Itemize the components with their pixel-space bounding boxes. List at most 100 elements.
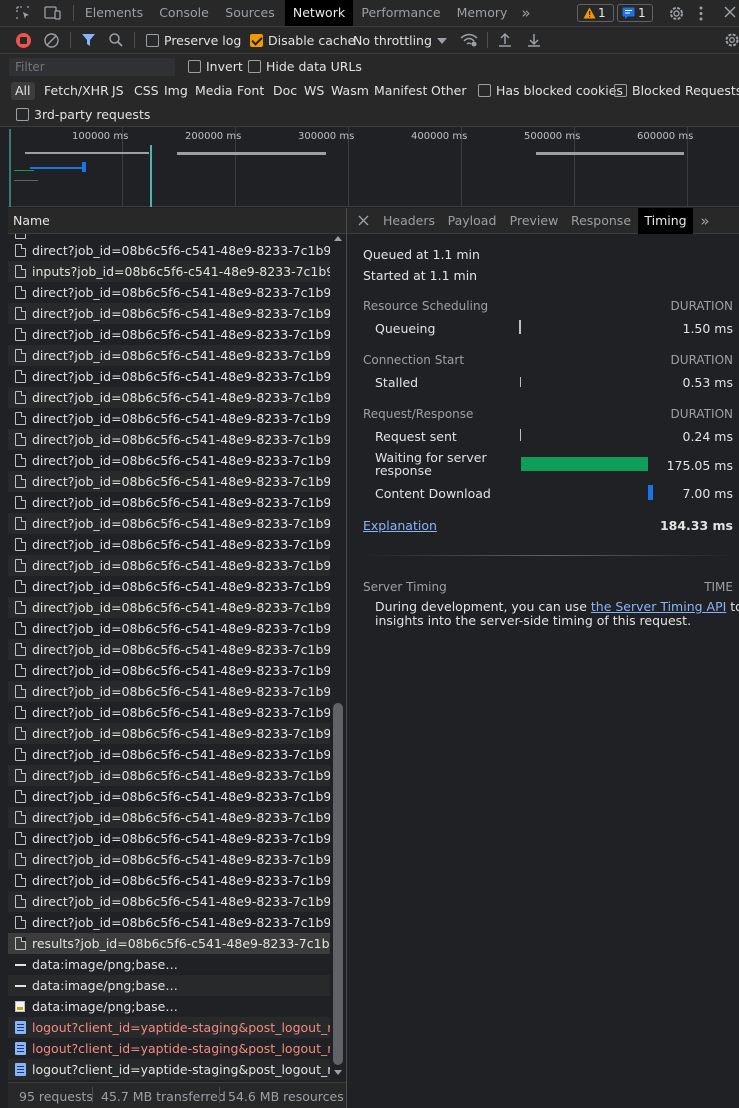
tab-sources[interactable]: Sources [221, 0, 279, 26]
type-filter-media[interactable]: Media [191, 82, 237, 100]
warnings-badge[interactable]: 1 [577, 4, 614, 22]
request-row[interactable]: direct?job_id=08b6c5f6-c541-48e9-8233-7c… [8, 555, 330, 576]
request-row[interactable]: direct?job_id=08b6c5f6-c541-48e9-8233-7c… [8, 324, 330, 345]
request-row[interactable]: logout?client_id=yaptide-staging&post_lo… [8, 1059, 330, 1080]
tab-timing[interactable]: Timing [638, 208, 693, 234]
chevron-down-icon[interactable] [437, 38, 447, 44]
request-row[interactable]: direct?job_id=08b6c5f6-c541-48e9-8233-7c… [8, 303, 330, 324]
request-row[interactable]: direct?job_id=08b6c5f6-c541-48e9-8233-7c… [8, 597, 330, 618]
request-row[interactable]: direct?job_id=08b6c5f6-c541-48e9-8233-7c… [8, 513, 330, 534]
tab-payload[interactable]: Payload [443, 208, 501, 234]
request-row[interactable]: direct?job_id=08b6c5f6-c541-48e9-8233-7c… [8, 912, 330, 933]
type-filter-fetch-xhr[interactable]: Fetch/XHR [40, 82, 113, 100]
messages-badge[interactable]: 1 [617, 4, 653, 22]
tab-memory[interactable]: Memory [452, 0, 512, 26]
request-row[interactable]: data:image/png;base… [8, 975, 330, 996]
request-row[interactable]: direct?job_id=08b6c5f6-c541-48e9-8233-7c… [8, 471, 330, 492]
type-filter-js[interactable]: JS [108, 82, 128, 100]
type-filter-img[interactable]: Img [160, 82, 192, 100]
request-row[interactable]: direct?job_id=08b6c5f6-c541-48e9-8233-7c… [8, 450, 330, 471]
scroll-down-arrow-icon[interactable] [334, 1070, 342, 1075]
more-options-icon[interactable] [697, 6, 705, 22]
has-blocked-cookies-checkbox[interactable] [478, 84, 491, 97]
third-party-requests-checkbox[interactable] [16, 108, 29, 121]
request-row[interactable]: direct?job_id=08b6c5f6-c541-48e9-8233-7c… [8, 849, 330, 870]
type-filter-manifest[interactable]: Manifest [370, 82, 431, 100]
request-row[interactable]: direct?job_id=08b6c5f6-c541-48e9-8233-7c… [8, 240, 330, 261]
request-row[interactable]: direct?job_id=08b6c5f6-c541-48e9-8233-7c… [8, 492, 330, 513]
request-row[interactable]: direct?job_id=08b6c5f6-c541-48e9-8233-7c… [8, 618, 330, 639]
panel-splitter[interactable] [346, 208, 347, 1108]
request-row[interactable]: direct?job_id=08b6c5f6-c541-48e9-8233-7c… [8, 639, 330, 660]
request-row[interactable]: direct?job_id=08b6c5f6-c541-48e9-8233-7c… [8, 534, 330, 555]
tab-performance[interactable]: Performance [358, 0, 444, 26]
request-row[interactable]: direct?job_id=08b6c5f6-c541-48e9-8233-7c… [8, 870, 330, 891]
export-har-download-icon[interactable] [527, 32, 541, 48]
type-filter-ws[interactable]: WS [300, 82, 328, 100]
request-row[interactable]: direct?job_id=08b6c5f6-c541-48e9-8233-7c… [8, 723, 330, 744]
close-detail-icon[interactable] [358, 215, 369, 226]
blocked-requests-checkbox[interactable] [614, 84, 627, 97]
tab-elements[interactable]: Elements [80, 0, 148, 26]
network-settings-gear-icon[interactable] [724, 32, 739, 48]
close-devtools-icon[interactable] [724, 6, 736, 18]
search-icon[interactable] [108, 32, 124, 48]
invert-checkbox[interactable] [188, 60, 201, 73]
request-row[interactable]: direct?job_id=08b6c5f6-c541-48e9-8233-7c… [8, 786, 330, 807]
request-row[interactable]: direct?job_id=08b6c5f6-c541-48e9-8233-7c… [8, 282, 330, 303]
more-detail-tabs-icon[interactable]: » [694, 208, 716, 234]
import-har-upload-icon[interactable] [498, 32, 512, 48]
request-row[interactable]: direct?job_id=08b6c5f6-c541-48e9-8233-7c… [8, 807, 330, 828]
settings-gear-icon[interactable] [668, 5, 685, 22]
device-toolbar-icon[interactable] [44, 5, 62, 21]
request-row[interactable]: direct?job_id=08b6c5f6-c541-48e9-8233-7c… [8, 387, 330, 408]
request-row[interactable]: direct?job_id=08b6c5f6-c541-48e9-8233-7c… [8, 660, 330, 681]
more-tabs-icon[interactable]: » [515, 0, 537, 26]
request-row[interactable]: data:image/png;base… [8, 996, 330, 1017]
explanation-link-text[interactable]: Explanation [363, 518, 437, 533]
overview-selection-right-edge[interactable] [150, 145, 152, 207]
type-filter-all[interactable]: All [11, 82, 35, 100]
request-row[interactable]: data:image/png;base… [8, 954, 330, 975]
request-row[interactable]: direct?job_id=08b6c5f6-c541-48e9-8233-7c… [8, 891, 330, 912]
request-row[interactable]: direct?job_id=08b6c5f6-c541-48e9-8233-7c… [8, 576, 330, 597]
type-filter-doc[interactable]: Doc [269, 82, 301, 100]
preserve-log-checkbox[interactable] [146, 34, 159, 47]
server-timing-api-link[interactable]: the Server Timing API [591, 599, 726, 614]
request-row[interactable]: direct?job_id=08b6c5f6-c541-48e9-8233-7c… [8, 765, 330, 786]
scroll-up-arrow-icon[interactable] [334, 236, 342, 241]
throttling-select[interactable]: No throttling [353, 33, 432, 48]
type-filter-font[interactable]: Font [233, 82, 268, 100]
request-row[interactable]: direct?job_id=08b6c5f6-c541-48e9-8233-7c… [8, 828, 330, 849]
request-row[interactable]: logout?client_id=yaptide-staging&post_lo… [8, 1017, 330, 1038]
request-row[interactable]: direct?job_id=08b6c5f6-c541-48e9-8233-7c… [8, 366, 330, 387]
request-row[interactable]: direct?job_id=08b6c5f6-c541-48e9-8233-7c… [8, 744, 330, 765]
filter-input[interactable] [9, 58, 175, 76]
request-row[interactable]: inputs?job_id=08b6c5f6-c541-48e9-8233-7c… [8, 261, 330, 282]
clear-icon[interactable] [43, 32, 60, 49]
inspect-element-icon[interactable] [15, 5, 31, 21]
tab-preview[interactable]: Preview [505, 208, 563, 234]
request-row[interactable]: direct?job_id=08b6c5f6-c541-48e9-8233-7c… [8, 345, 330, 366]
request-row[interactable]: results?job_id=08b6c5f6-c541-48e9-8233-7… [8, 933, 330, 954]
record-stop-icon[interactable] [16, 33, 31, 48]
scrollbar-thumb[interactable] [333, 703, 343, 1065]
request-row[interactable]: direct?job_id=08b6c5f6-c541-48e9-8233-7c… [8, 408, 330, 429]
request-row[interactable]: logout?client_id=yaptide-staging&post_lo… [8, 1038, 330, 1059]
explanation-link[interactable]: Explanation [363, 518, 437, 533]
request-row[interactable]: direct?job_id=08b6c5f6-c541-48e9-8233-7c… [8, 429, 330, 450]
type-filter-css[interactable]: CSS [130, 82, 163, 100]
disable-cache-checkbox[interactable] [250, 34, 263, 47]
request-row[interactable]: direct?job_id=08b6c5f6-c541-48e9-8233-7c… [8, 702, 330, 723]
name-column-header[interactable]: Name [8, 208, 346, 234]
type-filter-wasm[interactable]: Wasm [327, 82, 373, 100]
request-row[interactable]: direct?job_id=08b6c5f6-c541-48e9-8233-7c… [8, 681, 330, 702]
filter-funnel-icon[interactable] [81, 32, 96, 48]
hide-data-urls-checkbox[interactable] [248, 60, 261, 73]
overview-selection-left-edge[interactable] [9, 129, 11, 207]
type-filter-other[interactable]: Other [427, 82, 471, 100]
tab-network[interactable]: Network [285, 0, 353, 26]
network-conditions-wifi-icon[interactable] [460, 33, 478, 47]
tab-headers[interactable]: Headers [379, 208, 439, 234]
tab-console[interactable]: Console [152, 0, 216, 26]
